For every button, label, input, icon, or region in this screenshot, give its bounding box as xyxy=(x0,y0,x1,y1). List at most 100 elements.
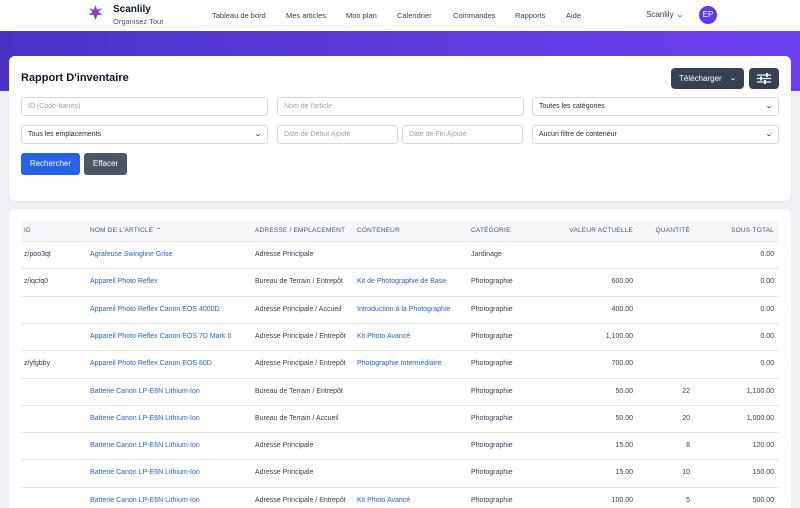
column-header-name-label: NOM DE L'ARTICLE xyxy=(90,227,154,234)
cell-address: Adresse Principale / Entrepôt xyxy=(255,332,346,340)
cell-item-name-link[interactable]: Appareil Photo Reflex Canon EOS 4000D xyxy=(90,306,220,313)
cell-current-value: 15.00 xyxy=(615,442,633,450)
cell-id: z/poo3qt xyxy=(24,251,51,258)
search-button[interactable]: Rechercher xyxy=(21,153,80,175)
cell-container-link[interactable]: Kit Photo Avancé xyxy=(357,333,410,340)
location-select[interactable]: Tous les emplacements ⌄ xyxy=(21,125,268,144)
cell-quantity: 20 xyxy=(682,414,690,422)
category-select-value: Toutes les catégories xyxy=(539,103,605,110)
user-menu-label: Scanlily xyxy=(646,10,674,19)
sort-ascending-icon: ⌃ xyxy=(155,228,163,234)
column-header-container[interactable]: CONTENEUR xyxy=(357,227,400,234)
item-name-input[interactable]: Nom de l'article xyxy=(277,97,524,116)
cell-item-name-link[interactable]: Batterie Canon LP-E6N Lithium-Ion xyxy=(90,415,200,422)
cell-subtotal: 120.00 xyxy=(752,442,774,450)
cell-item-name-link[interactable]: Batterie Canon LP-E6N Lithium-Ion xyxy=(90,442,200,449)
inventory-table-card: ID NOM DE L'ARTICLE ⌃ ADRESSE / EMPLACEME… xyxy=(9,209,791,508)
nav-item-calendar[interactable]: Calendrier xyxy=(397,11,432,20)
column-header-name[interactable]: NOM DE L'ARTICLE ⌃ xyxy=(90,227,163,234)
table-row[interactable]: Batterie Canon LP-E6N Lithium-Ion Adresse… xyxy=(21,432,779,459)
sliders-icon xyxy=(757,73,771,84)
download-button-label: Télécharger xyxy=(679,74,722,83)
table-row[interactable]: z/iqctq0 Appareil Photo Reflex Bureau de T… xyxy=(21,268,779,295)
user-menu[interactable]: Scanlily ⌄ xyxy=(646,10,684,19)
cell-item-name-link[interactable]: Appareil Photo Reflex Canon EOS 7D Mark … xyxy=(90,333,231,340)
chevron-down-icon: ⌄ xyxy=(764,103,774,110)
nav-item-my-items[interactable]: Mes articles xyxy=(286,11,326,20)
scanlily-logo-icon[interactable] xyxy=(88,5,103,20)
cell-item-name-link[interactable]: Batterie Canon LP-E6N Lithium-Ion xyxy=(90,497,200,504)
nav-item-my-plan[interactable]: Mon plan xyxy=(346,11,377,20)
table-row[interactable]: Appareil Photo Reflex Canon EOS 4000D Adr… xyxy=(21,295,779,323)
cell-quantity: 8 xyxy=(686,442,690,450)
start-date-input[interactable]: Date de Début Ajouté xyxy=(277,125,398,144)
cell-item-name-link[interactable]: Appareil Photo Reflex xyxy=(90,278,158,285)
column-header-current-value[interactable]: VALEUR ACTUELLE xyxy=(569,227,633,234)
nav-item-dashboard[interactable]: Tableau de bord xyxy=(212,11,266,20)
cell-quantity: 10 xyxy=(682,469,690,477)
column-header-quantity[interactable]: QUANTITÉ xyxy=(656,227,690,234)
cell-address: Adresse Principale / Entrepôt xyxy=(255,360,346,368)
nav-item-reports[interactable]: Rapports xyxy=(515,11,545,20)
table-row[interactable]: z/yfgbby Appareil Photo Reflex Canon EOS … xyxy=(21,350,779,377)
table-row[interactable]: Batterie Canon LP-E6N Lithium-Ion Adresse… xyxy=(21,459,779,486)
cell-category: Photographie xyxy=(471,442,513,450)
cell-address: Bureau de Terrain / Entrepôt xyxy=(255,387,343,395)
brand-name[interactable]: Scanlily xyxy=(113,4,151,15)
cell-quantity: 5 xyxy=(686,496,690,504)
cell-current-value: 100.00 xyxy=(611,496,633,504)
cell-container-link[interactable]: Photographie Intermédiaire xyxy=(357,360,441,367)
cell-subtotal: 150.00 xyxy=(752,469,774,477)
cell-item-name-link[interactable]: Batterie Canon LP-E6N Lithium-Ion xyxy=(90,469,200,476)
cell-container-link[interactable]: Introduction à la Photographie xyxy=(357,306,450,313)
cell-subtotal: 1,000.00 xyxy=(746,414,774,422)
cell-address: Bureau de Terrain / Entrepôt xyxy=(255,278,343,286)
avatar[interactable]: EP xyxy=(699,6,717,24)
location-select-value: Tous les emplacements xyxy=(28,131,102,138)
cell-container-link[interactable]: Kit Photo Avancé xyxy=(357,497,410,504)
cell-category: Photographie xyxy=(471,496,513,504)
report-filter-card: Rapport D'inventaire Télécharger ⌄ ID (C… xyxy=(9,56,791,201)
cell-current-value: 600.00 xyxy=(611,278,633,286)
column-header-subtotal[interactable]: SOUS-TOTAL xyxy=(731,227,774,234)
cell-category: Photographie xyxy=(471,469,513,477)
table-row[interactable]: Batterie Canon LP-E6N Lithium-Ion Bureau … xyxy=(21,404,779,432)
category-select[interactable]: Toutes les catégories ⌄ xyxy=(532,97,779,116)
cell-current-value: 1,100.00 xyxy=(605,332,633,340)
chevron-down-icon: ⌄ xyxy=(253,131,263,138)
cell-item-name-link[interactable]: Agrafeuse Swingline Grise xyxy=(90,251,173,258)
cell-item-name-link[interactable]: Appareil Photo Reflex Canon EOS 80D xyxy=(90,360,212,367)
table-row[interactable]: Batterie Canon LP-E6N Lithium-Ion Adresse… xyxy=(21,486,779,508)
table-header-row: ID NOM DE L'ARTICLE ⌃ ADRESSE / EMPLACEME… xyxy=(21,221,779,241)
cell-quantity: 22 xyxy=(682,387,690,395)
filter-settings-button[interactable] xyxy=(749,68,779,89)
nav-item-orders[interactable]: Commandes xyxy=(453,11,496,20)
table-row[interactable]: z/poo3qt Agrafeuse Swingline Grise Adresse… xyxy=(21,241,779,268)
cell-category: Photographie xyxy=(471,414,513,422)
cell-address: Adresse Principale xyxy=(255,442,314,450)
cell-current-value: 700.00 xyxy=(611,360,633,368)
download-button[interactable]: Télécharger ⌄ xyxy=(671,68,744,89)
table-row[interactable]: Batterie Canon LP-E6N Lithium-Ion Bureau … xyxy=(21,377,779,405)
column-header-address[interactable]: ADRESSE / EMPLACEMENT xyxy=(255,227,345,234)
end-date-input[interactable]: Date de Fin Ajouté xyxy=(402,125,523,144)
chevron-down-icon: ⌄ xyxy=(675,12,684,19)
column-header-id[interactable]: ID xyxy=(24,227,31,234)
table-row[interactable]: Appareil Photo Reflex Canon EOS 7D Mark … xyxy=(21,322,779,350)
id-barcode-input[interactable]: ID (Code-barres) xyxy=(21,97,268,116)
cell-subtotal: 500.00 xyxy=(752,496,774,504)
container-filter-select[interactable]: Aucun filtre de conteneur ⌄ xyxy=(532,125,779,144)
cell-id: z/yfgbby xyxy=(24,360,51,368)
cell-category: Jardinage xyxy=(471,251,502,258)
clear-button[interactable]: Effacer xyxy=(84,153,127,175)
cell-category: Photographie xyxy=(471,332,513,340)
cell-category: Photographie xyxy=(471,387,513,395)
cell-container-link[interactable]: Kit de Photographie de Base xyxy=(357,278,446,285)
cell-subtotal: 0.00 xyxy=(760,251,774,258)
cell-subtotal: 0.00 xyxy=(760,332,774,340)
nav-item-help[interactable]: Aide xyxy=(566,11,581,20)
cell-subtotal: 0.00 xyxy=(760,305,774,313)
cell-item-name-link[interactable]: Batterie Canon LP-E6N Lithium-Ion xyxy=(90,388,200,395)
cell-current-value: 50.00 xyxy=(615,414,633,422)
column-header-category[interactable]: CATÉGORIE xyxy=(471,227,511,234)
